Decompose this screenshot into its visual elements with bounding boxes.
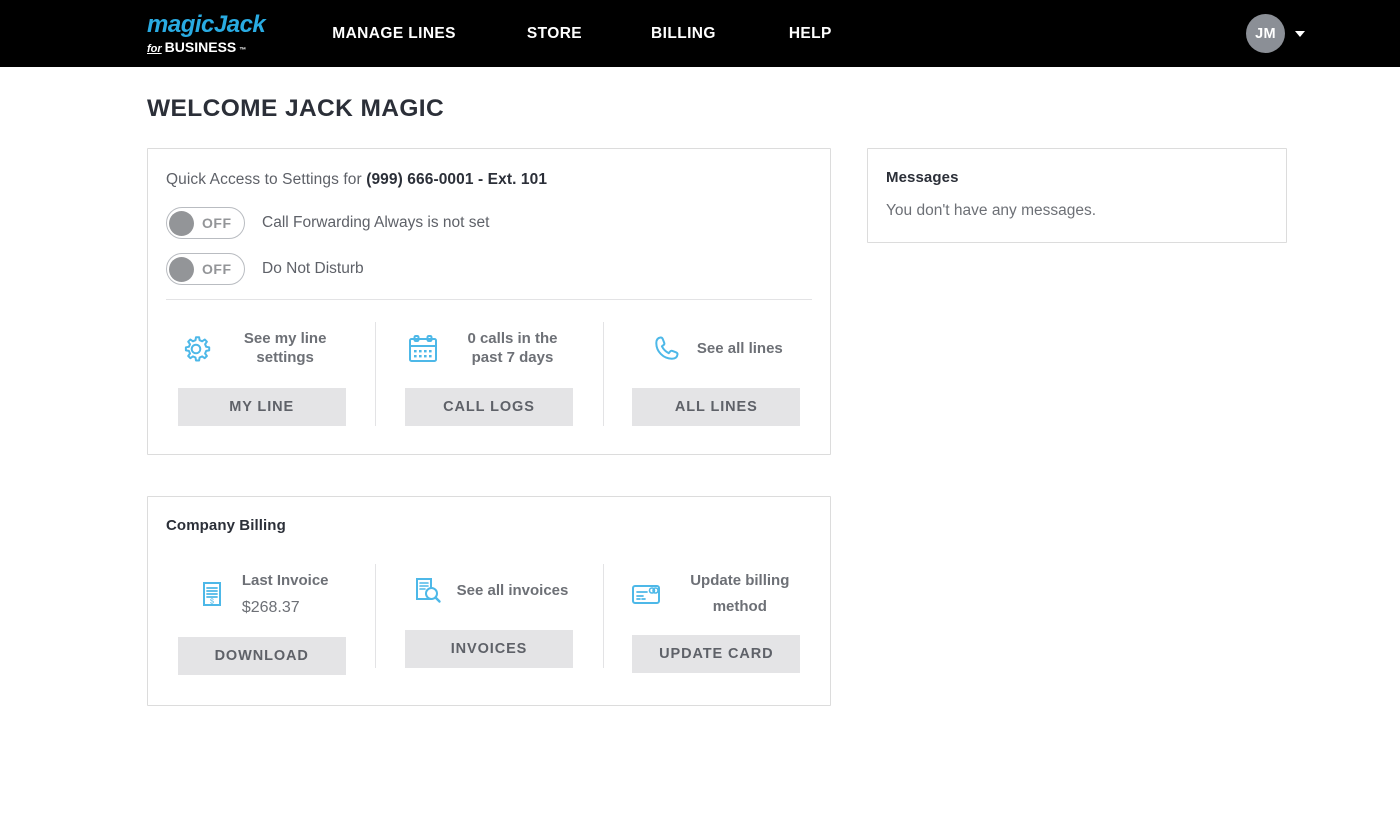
my-line-button[interactable]: MY LINE [178,388,346,426]
content-area: Quick Access to Settings for (999) 666-0… [147,148,1400,706]
update-card-button[interactable]: UPDATE CARD [632,635,800,673]
do-not-disturb-toggle-state: OFF [202,261,232,277]
company-billing-title: Company Billing [148,497,830,534]
call-forwarding-toggle-state: OFF [202,215,232,231]
right-column: Messages You don't have any messages. [867,148,1287,706]
tile-last-invoice: $ Last Invoice $268.37 DOWNLOAD [148,568,375,675]
nav-manage-lines[interactable]: MANAGE LINES [332,25,456,43]
logo-business-text: BUSINESS [165,40,237,54]
calendar-icon [406,332,440,366]
last-invoice-amount: $268.37 [242,594,329,621]
call-logs-button[interactable]: CALL LOGS [405,388,573,426]
toggle-knob [169,257,194,282]
logo-tm-mark: ™ [239,47,246,54]
logo-jack-text: Jack [214,11,265,38]
quick-access-phone-number: (999) 666-0001 - Ext. 101 [366,171,547,188]
quick-access-tiles: See my line settings MY LINE [148,300,830,454]
tile-header: $ Last Invoice $268.37 [195,568,329,621]
gear-icon [179,332,213,366]
download-invoice-button[interactable]: DOWNLOAD [178,637,346,675]
left-column: Quick Access to Settings for (999) 666-0… [147,148,831,706]
nav-store[interactable]: STORE [527,25,582,43]
credit-card-icon [629,577,663,611]
page-title: WELCOME JACK MAGIC [147,67,1400,123]
avatar[interactable]: JM [1246,14,1285,53]
magicjack-logo[interactable]: magicJack forBUSINESS™ [147,13,265,55]
call-forwarding-label: Call Forwarding Always is not set [262,214,489,232]
quick-access-card: Quick Access to Settings for (999) 666-0… [147,148,831,455]
page-body: WELCOME JACK MAGIC Quick Access to Setti… [0,67,1400,706]
logo-magic-text: magic [147,11,214,38]
do-not-disturb-label: Do Not Disturb [262,260,364,278]
tile-my-line-text: See my line settings [226,330,344,368]
tile-header: See all lines [650,326,783,372]
do-not-disturb-toggle[interactable]: OFF [166,253,245,285]
toggle-row-call-forwarding: OFF Call Forwarding Always is not set [166,207,830,239]
tile-last-invoice-text: Last Invoice $268.37 [242,568,329,621]
last-invoice-label: Last Invoice [242,572,329,589]
invoices-button[interactable]: INVOICES [405,630,573,668]
billing-tiles: $ Last Invoice $268.37 DOWNLOAD [148,534,830,705]
tile-all-invoices: See all invoices INVOICES [375,568,602,675]
logo-wordmark: magicJack [147,13,265,37]
tile-update-billing-text: Update billing method [676,568,804,619]
nav-billing[interactable]: BILLING [651,25,716,43]
tile-header: 0 calls in the past 7 days [406,326,571,372]
messages-title: Messages [886,169,1268,186]
messages-empty-text: You don't have any messages. [886,202,1268,220]
tile-all-lines-text: See all lines [697,340,783,359]
tile-all-lines: See all lines ALL LINES [603,326,830,426]
tile-call-logs: 0 calls in the past 7 days CALL LOGS [375,326,602,426]
logo-for-text: for [147,44,162,55]
tile-header: See all invoices [410,568,569,614]
tile-my-line: See my line settings MY LINE [148,326,375,426]
all-lines-button[interactable]: ALL LINES [632,388,800,426]
toggle-knob [169,211,194,236]
tile-header: Update billing method [629,568,804,619]
invoice-search-icon [410,574,444,608]
quick-access-title: Quick Access to Settings for (999) 666-0… [148,149,830,189]
logo-subtitle: forBUSINESS™ [147,40,246,55]
toggle-list: OFF Call Forwarding Always is not set OF… [148,189,830,285]
quick-access-title-prefix: Quick Access to Settings for [166,171,366,188]
chevron-down-icon[interactable] [1295,31,1305,37]
call-forwarding-toggle[interactable]: OFF [166,207,245,239]
nav-help[interactable]: HELP [789,25,832,43]
receipt-icon: $ [195,577,229,611]
tile-update-billing: Update billing method UPDATE CARD [603,568,830,675]
company-billing-card: Company Billing [147,496,831,706]
toggle-row-do-not-disturb: OFF Do Not Disturb [166,253,830,285]
top-navbar: magicJack forBUSINESS™ MANAGE LINES STOR… [0,0,1400,67]
user-menu[interactable]: JM [1246,14,1305,53]
tile-header: See my line settings [179,326,344,372]
svg-text:$: $ [210,599,214,606]
tile-all-invoices-text: See all invoices [457,578,569,604]
phone-icon [650,332,684,366]
messages-card: Messages You don't have any messages. [867,148,1287,243]
tile-call-logs-text: 0 calls in the past 7 days [453,330,571,368]
main-navigation: MANAGE LINES STORE BILLING HELP [332,25,832,43]
